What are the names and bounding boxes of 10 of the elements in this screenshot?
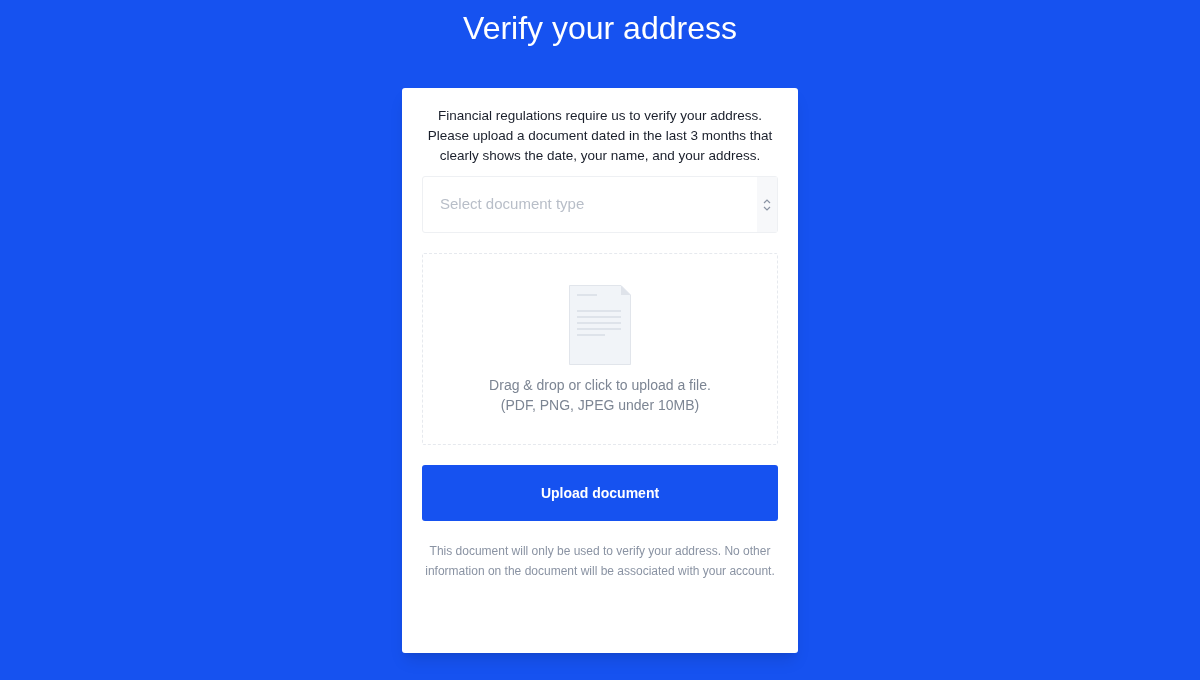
- dropzone-hint: (PDF, PNG, JPEG under 10MB): [500, 396, 700, 415]
- intro-text: Financial regulations require us to verify your address. Please upload a document dated in the last 3 months that clearly shows the date, your name, and your address.: [426, 107, 774, 165]
- document-icon: [569, 285, 631, 365]
- chevron-up-down-icon: [763, 198, 771, 211]
- dropzone-hint: Drag & drop or click to upload a file.: [489, 376, 711, 395]
- upload-document-button[interactable]: Upload document: [422, 465, 778, 521]
- footnote-text: This document will only be used to verify your address. No other information on the document will be associated with your account.: [424, 543, 776, 580]
- select-placeholder: Select document type: [439, 194, 586, 215]
- page-title: Verify your address: [463, 9, 737, 48]
- file-dropzone[interactable]: Drag & drop or click to upload a file. (PDF, PNG, JPEG under 10MB): [422, 253, 778, 445]
